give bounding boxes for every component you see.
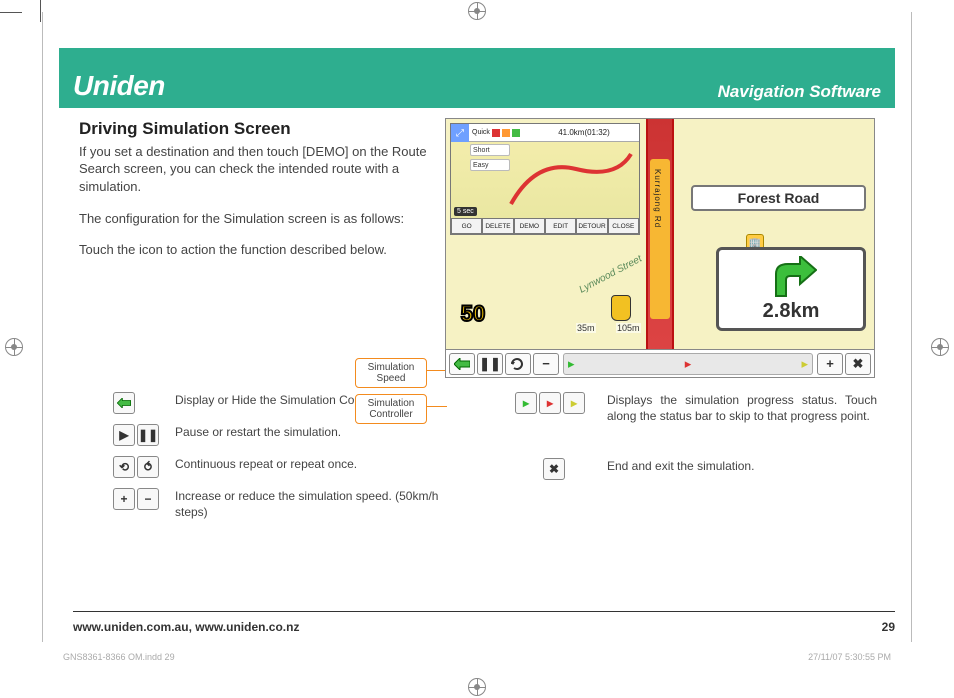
legend-flags-text: Displays the simulation progress status.… — [607, 392, 877, 424]
minimap-tab-demo[interactable]: DEMO — [514, 218, 545, 234]
instruction-paragraph: Touch the icon to action the function de… — [79, 241, 429, 259]
legend-pause-text: Pause or restart the simulation. — [175, 424, 341, 440]
device-screenshot: Kurrajong Rd Lynwood Street Forest Road … — [445, 118, 875, 378]
legend-flag2-icon: ▸ — [539, 392, 561, 414]
next-turn-box: 2.8km — [716, 247, 866, 331]
minimap-expand-icon[interactable]: ⤢ — [451, 124, 469, 142]
callout-sim-controller: Simulation Controller — [355, 394, 427, 424]
legend-close-text: End and exit the simulation. — [607, 458, 754, 474]
flag-start-icon: ▸ — [568, 356, 575, 372]
legend-area: Display or Hide the Simulation Controls.… — [43, 378, 911, 520]
speed-readout: 50 — [450, 295, 496, 333]
text-column: Driving Simulation Screen If you set a d… — [79, 118, 429, 378]
page-number: 29 — [882, 620, 895, 634]
sim-close-button[interactable]: ✖ — [845, 353, 871, 375]
flag-mid-icon: ▸ — [685, 356, 692, 372]
legend-minus-icon: − — [137, 488, 159, 510]
legend-plus-icon: + — [113, 488, 135, 510]
minimap-tab-go[interactable]: GO — [451, 218, 482, 234]
minimap-tabrow: GO DELETE DEMO EDIT DETOUR CLOSE — [451, 218, 639, 234]
minimap-easy-button[interactable]: Easy — [470, 159, 510, 171]
legend-speed-text: Increase or reduce the simulation speed.… — [175, 488, 445, 520]
header-bar: Uniden Navigation Software — [59, 48, 895, 108]
legend-flag3-icon: ▸ — [563, 392, 585, 414]
imprint-line: GNS8361-8366 OM.indd 29 27/11/07 5:30:55… — [63, 652, 891, 662]
scale-near: 35m — [576, 323, 596, 333]
manual-page: Uniden Navigation Software Driving Simul… — [42, 12, 912, 642]
sim-pause-button[interactable]: ❚❚ — [477, 353, 503, 375]
screenshot-column: Simulation Speed Simulation Controller K… — [445, 118, 891, 378]
minimap-tab-detour[interactable]: DETOUR — [576, 218, 607, 234]
config-paragraph: The configuration for the Simulation scr… — [79, 210, 429, 228]
turn-distance: 2.8km — [763, 300, 820, 323]
brand-logo: Uniden — [73, 70, 165, 102]
overview-minimap: ⤢ Quick 41.0km(01:32) Short Easy — [450, 123, 640, 235]
footer-urls: www.uniden.com.au, www.uniden.co.nz — [73, 620, 299, 634]
turn-right-icon — [765, 256, 817, 300]
intro-paragraph: If you set a destination and then touch … — [79, 143, 429, 196]
sim-plus-button[interactable]: + — [817, 353, 843, 375]
lynwood-label: Lynwood Street — [577, 253, 643, 295]
minimap-tab-edit[interactable]: EDIT — [545, 218, 576, 234]
scale-far: 105m — [616, 323, 641, 333]
section-heading: Driving Simulation Screen — [79, 118, 429, 141]
simulation-toolbar: ❚❚ − ▸ ▸ ▸ + ✖ — [446, 349, 874, 377]
legend-play-icon: ▶ — [113, 424, 135, 446]
imprint-file: GNS8361-8366 OM.indd 29 — [63, 652, 175, 662]
page-footer: www.uniden.com.au, www.uniden.co.nz 29 — [73, 620, 895, 634]
legend-repeat-icon: ⟲ — [113, 456, 135, 478]
legend-repeatonce-icon: ⥀ — [137, 456, 159, 478]
minimap-countdown: 5 sec — [454, 207, 477, 216]
minimap-tab-delete[interactable]: DELETE — [482, 218, 513, 234]
sim-progress-bar[interactable]: ▸ ▸ ▸ — [563, 353, 813, 375]
callout-sim-speed: Simulation Speed — [355, 358, 427, 388]
legend-showhide-icon — [113, 392, 135, 414]
vehicle-icon — [611, 295, 631, 321]
minimap-distance: 41.0km(01:32) — [529, 124, 639, 142]
minimap-quick-label: Quick — [469, 124, 529, 142]
legend-close-icon: ✖ — [543, 458, 565, 480]
sim-showhide-button[interactable] — [449, 353, 475, 375]
road-name-banner: Forest Road — [691, 185, 866, 211]
legend-repeat-text: Continuous repeat or repeat once. — [175, 456, 357, 472]
vertical-road-label: Kurrajong Rd — [653, 169, 662, 228]
sim-minus-button[interactable]: − — [533, 353, 559, 375]
legend-flag1-icon: ▸ — [515, 392, 537, 414]
flag-end-icon: ▸ — [801, 356, 808, 372]
minimap-short-button[interactable]: Short — [470, 144, 510, 156]
sim-repeat-button[interactable] — [505, 353, 531, 375]
legend-pause-icon: ❚❚ — [137, 424, 159, 446]
header-title: Navigation Software — [718, 82, 881, 102]
imprint-timestamp: 27/11/07 5:30:55 PM — [808, 652, 891, 662]
minimap-tab-close[interactable]: CLOSE — [608, 218, 639, 234]
